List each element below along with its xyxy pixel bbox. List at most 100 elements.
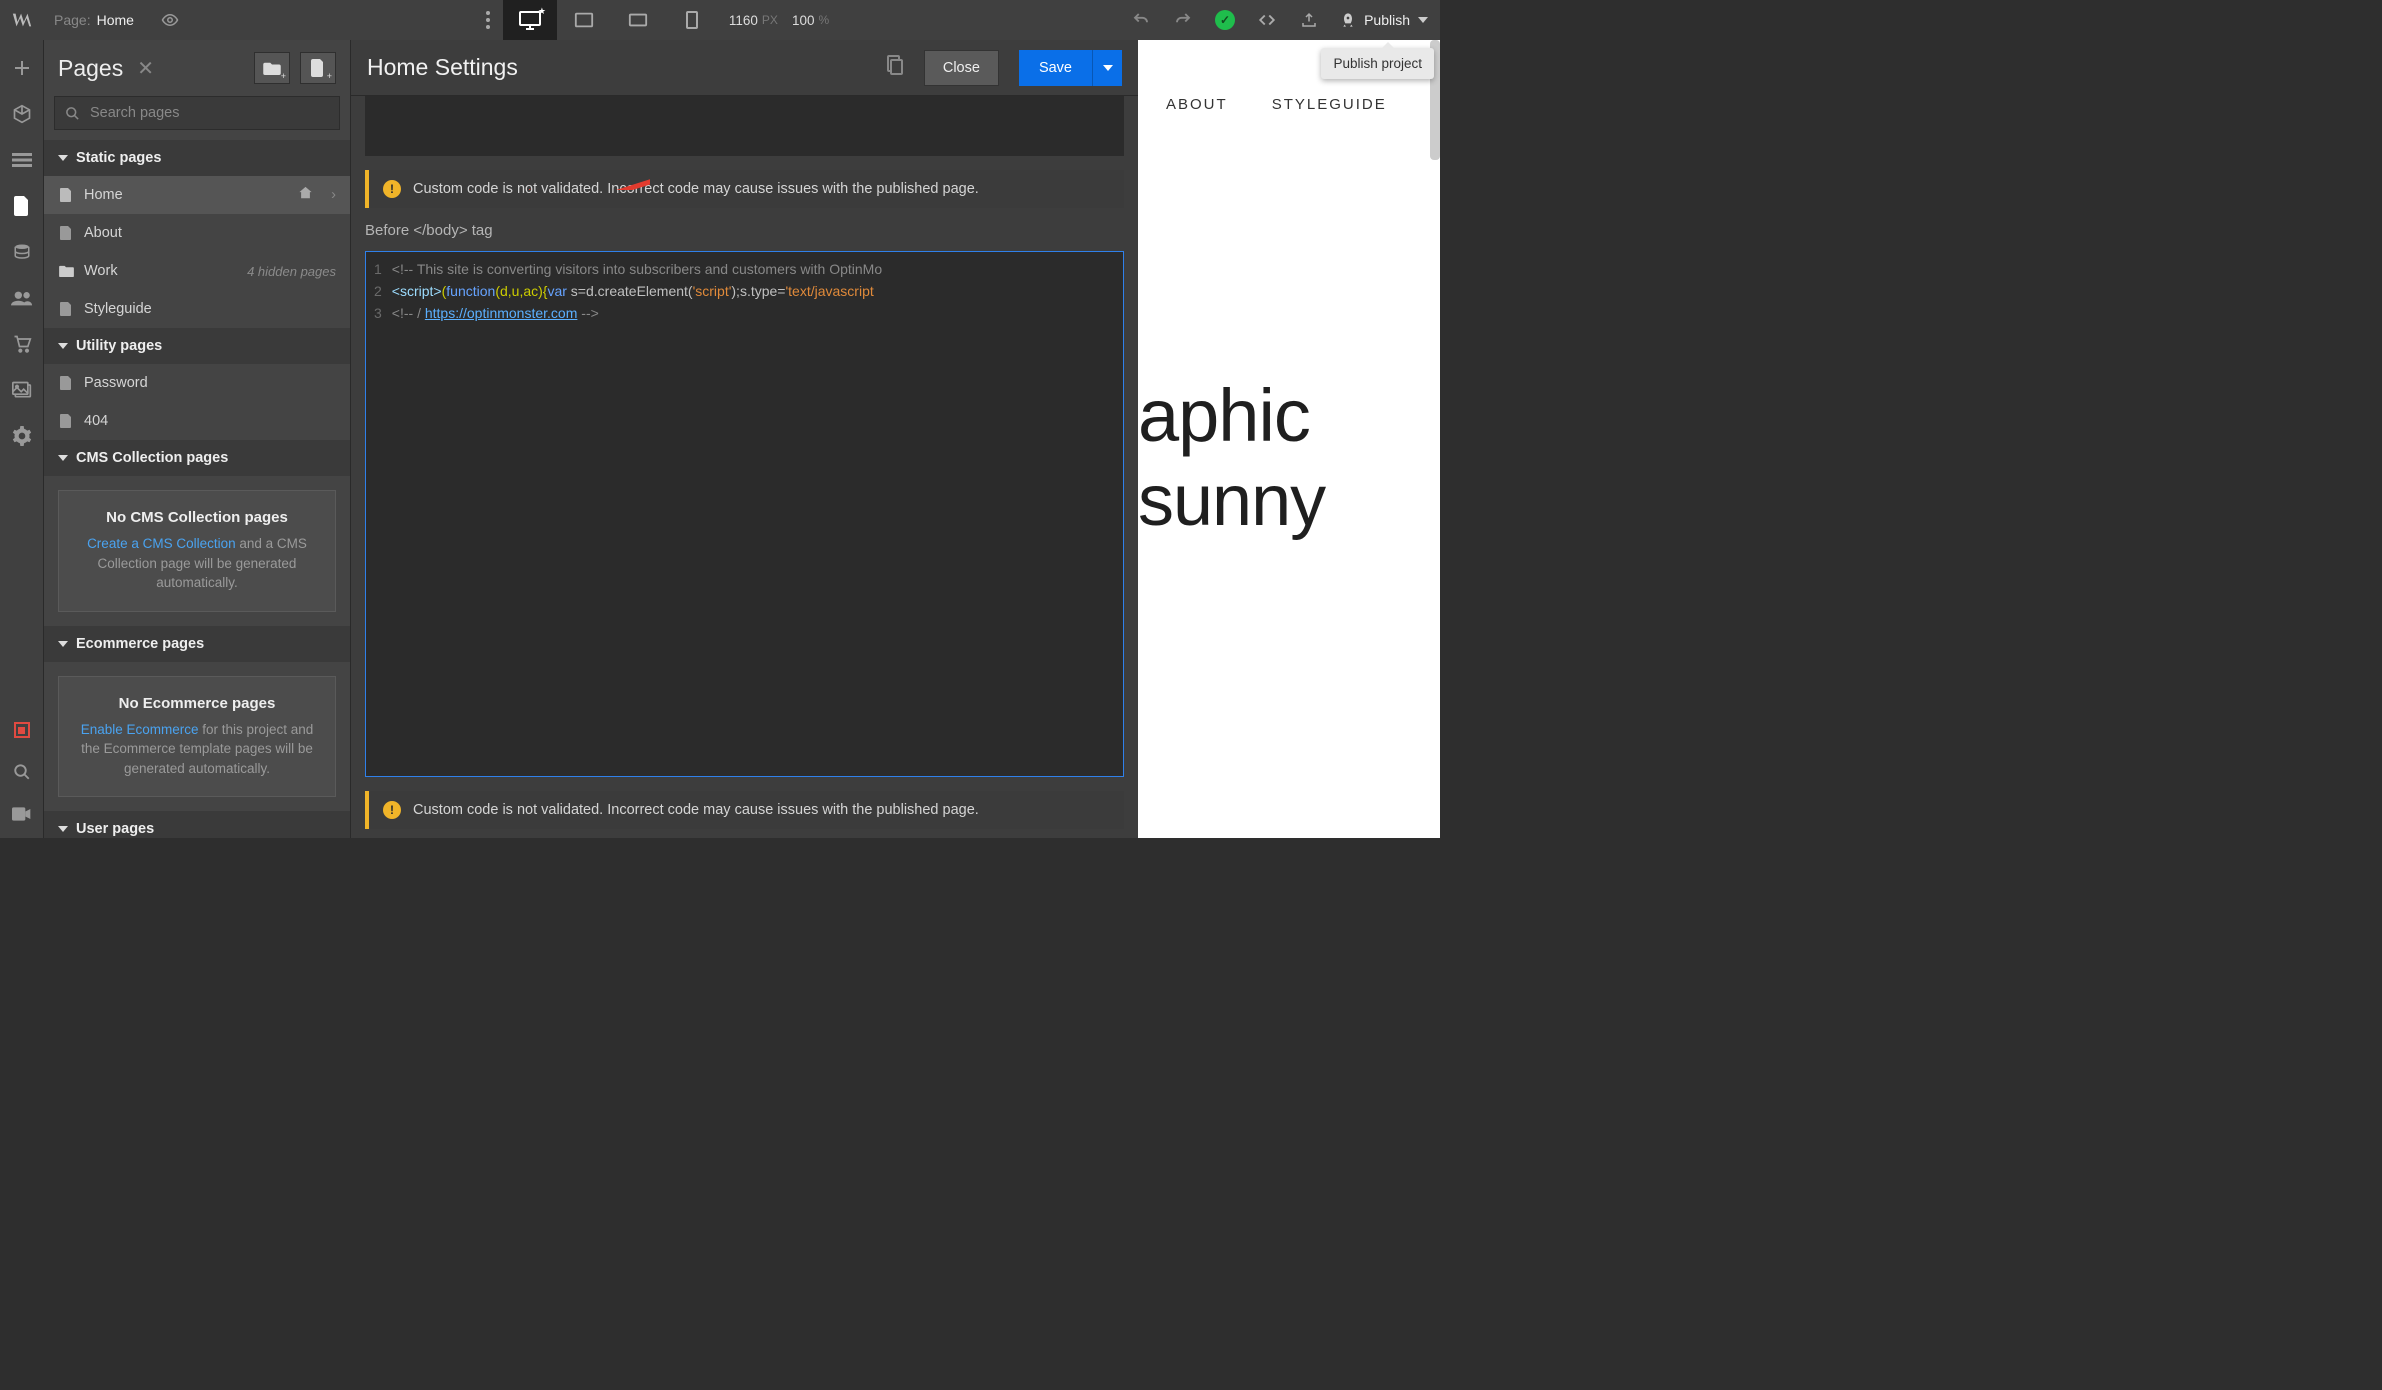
section-header-ecom[interactable]: Ecommerce pages [44, 626, 350, 662]
page-settings-panel: Home Settings Close Save ! Custom code i… [350, 40, 1138, 838]
hero-line-1: aphic [1138, 373, 1440, 458]
video-icon[interactable] [10, 802, 34, 826]
left-rail [0, 40, 44, 838]
viewport-tablet-landscape-icon[interactable] [611, 0, 665, 40]
prior-code-block [365, 96, 1124, 156]
star-badge-icon: ★ [538, 6, 546, 17]
page-item-label: Home [84, 187, 123, 203]
new-folder-button[interactable]: + [254, 52, 290, 84]
more-menu-icon[interactable] [473, 0, 503, 40]
ecommerce-icon[interactable] [10, 332, 34, 356]
audit-icon[interactable] [10, 718, 34, 742]
page-file-icon [58, 188, 74, 203]
cms-empty-title: No CMS Collection pages [73, 509, 321, 526]
search-icon[interactable] [10, 760, 34, 784]
plus-badge-icon: + [327, 71, 332, 81]
canvas-zoom-value: 100 [792, 13, 815, 28]
section-header-cms[interactable]: CMS Collection pages [44, 440, 350, 476]
navigator-icon[interactable] [10, 148, 34, 172]
viewport-tablet-icon[interactable] [557, 0, 611, 40]
new-page-button[interactable]: + [300, 52, 336, 84]
code-icon[interactable] [1246, 0, 1288, 40]
publish-tooltip: Publish project [1321, 48, 1434, 79]
add-element-icon[interactable] [10, 56, 34, 80]
cms-icon[interactable] [10, 240, 34, 264]
page-file-icon [58, 226, 74, 241]
top-bar: Page: Home ★ 1160 PX 100 % ✓ Publish Pub… [0, 0, 1440, 40]
pages-panel-header: Pages ✕ + + [44, 40, 350, 96]
validation-warning-top: ! Custom code is not validated. Incorrec… [365, 170, 1124, 208]
code-section-label: Before </body> tag [365, 222, 1124, 239]
page-item-home[interactable]: Home › [44, 176, 350, 214]
pages-panel: Pages ✕ + + Static pages Home › About [44, 40, 350, 838]
hidden-pages-badge: 4 hidden pages [247, 264, 336, 279]
search-pages-input[interactable] [54, 96, 340, 130]
close-panel-icon[interactable]: ✕ [137, 56, 154, 81]
export-icon[interactable] [1288, 0, 1330, 40]
page-item-label: Styleguide [84, 301, 152, 317]
assets-icon[interactable] [10, 378, 34, 402]
hero-line-2: sunny [1138, 460, 1440, 542]
warning-text: Custom code is not validated. Incorrect … [413, 802, 979, 818]
save-dropdown-button[interactable] [1092, 50, 1122, 86]
box-3d-icon[interactable] [10, 102, 34, 126]
page-item-label: 404 [84, 413, 108, 429]
copy-icon[interactable] [886, 55, 904, 80]
page-item-styleguide[interactable]: Styleguide [44, 290, 350, 328]
validation-warning-bottom: ! Custom code is not validated. Incorrec… [365, 791, 1124, 829]
canvas-zoom-unit: % [818, 13, 829, 27]
page-item-label: About [84, 225, 122, 241]
canvas-size-display[interactable]: 1160 PX 100 % [719, 13, 839, 28]
settings-gear-icon[interactable] [10, 424, 34, 448]
page-item-404[interactable]: 404 [44, 402, 350, 440]
settings-header: Home Settings Close Save [351, 40, 1138, 96]
viewport-mobile-icon[interactable] [665, 0, 719, 40]
plus-badge-icon: + [281, 71, 286, 81]
ecom-empty-state: No Ecommerce pages Enable Ecommerce for … [58, 676, 336, 798]
enable-ecom-link[interactable]: Enable Ecommerce [81, 722, 199, 737]
publish-button-label: Publish [1364, 12, 1410, 28]
section-header-utility[interactable]: Utility pages [44, 328, 350, 364]
chevron-right-icon[interactable]: › [331, 187, 336, 203]
page-label: Page: [44, 12, 97, 28]
code-gutter: 123 [366, 252, 392, 776]
warning-icon: ! [383, 180, 401, 198]
redo-icon[interactable] [1162, 0, 1204, 40]
users-icon[interactable] [10, 286, 34, 310]
warning-icon: ! [383, 801, 401, 819]
create-cms-link[interactable]: Create a CMS Collection [87, 536, 236, 551]
preview-eye-icon[interactable] [148, 5, 192, 35]
current-page-name[interactable]: Home [97, 12, 134, 28]
custom-code-editor[interactable]: 123 <!-- This site is converting visitor… [365, 251, 1124, 777]
page-item-password[interactable]: Password [44, 364, 350, 402]
section-header-static[interactable]: Static pages [44, 140, 350, 176]
canvas-width-unit: PX [762, 13, 778, 27]
page-item-about[interactable]: About [44, 214, 350, 252]
cms-empty-state: No CMS Collection pages Create a CMS Col… [58, 490, 336, 612]
section-header-user[interactable]: User pages [44, 811, 350, 838]
canvas-width-value: 1160 [729, 13, 758, 28]
page-item-label: Work [84, 263, 118, 279]
pages-panel-title: Pages [58, 55, 123, 82]
nav-link-styleguide[interactable]: STYLEGUIDE [1272, 96, 1387, 113]
page-item-work[interactable]: Work 4 hidden pages [44, 252, 350, 290]
page-item-label: Password [84, 375, 148, 391]
settings-title: Home Settings [367, 54, 876, 81]
viewport-desktop-icon[interactable]: ★ [503, 0, 557, 40]
hero-text: aphic sunny [1138, 373, 1440, 542]
save-button[interactable]: Save [1019, 50, 1092, 86]
pages-icon[interactable] [10, 194, 34, 218]
publish-button[interactable]: Publish [1330, 0, 1440, 40]
ecom-empty-title: No Ecommerce pages [73, 695, 321, 712]
page-file-icon [58, 414, 74, 429]
status-check-icon[interactable]: ✓ [1204, 0, 1246, 40]
warning-text: Custom code is not validated. Incorrect … [413, 181, 979, 197]
close-button[interactable]: Close [924, 50, 999, 86]
webflow-logo-icon[interactable] [0, 0, 44, 40]
search-pages-field[interactable] [90, 105, 329, 121]
undo-icon[interactable] [1120, 0, 1162, 40]
design-canvas[interactable]: ABOUT STYLEGUIDE aphic sunny [1138, 40, 1440, 838]
nav-link-about[interactable]: ABOUT [1166, 96, 1228, 113]
folder-icon [58, 265, 74, 277]
code-content[interactable]: <!-- This site is converting visitors in… [392, 252, 890, 776]
